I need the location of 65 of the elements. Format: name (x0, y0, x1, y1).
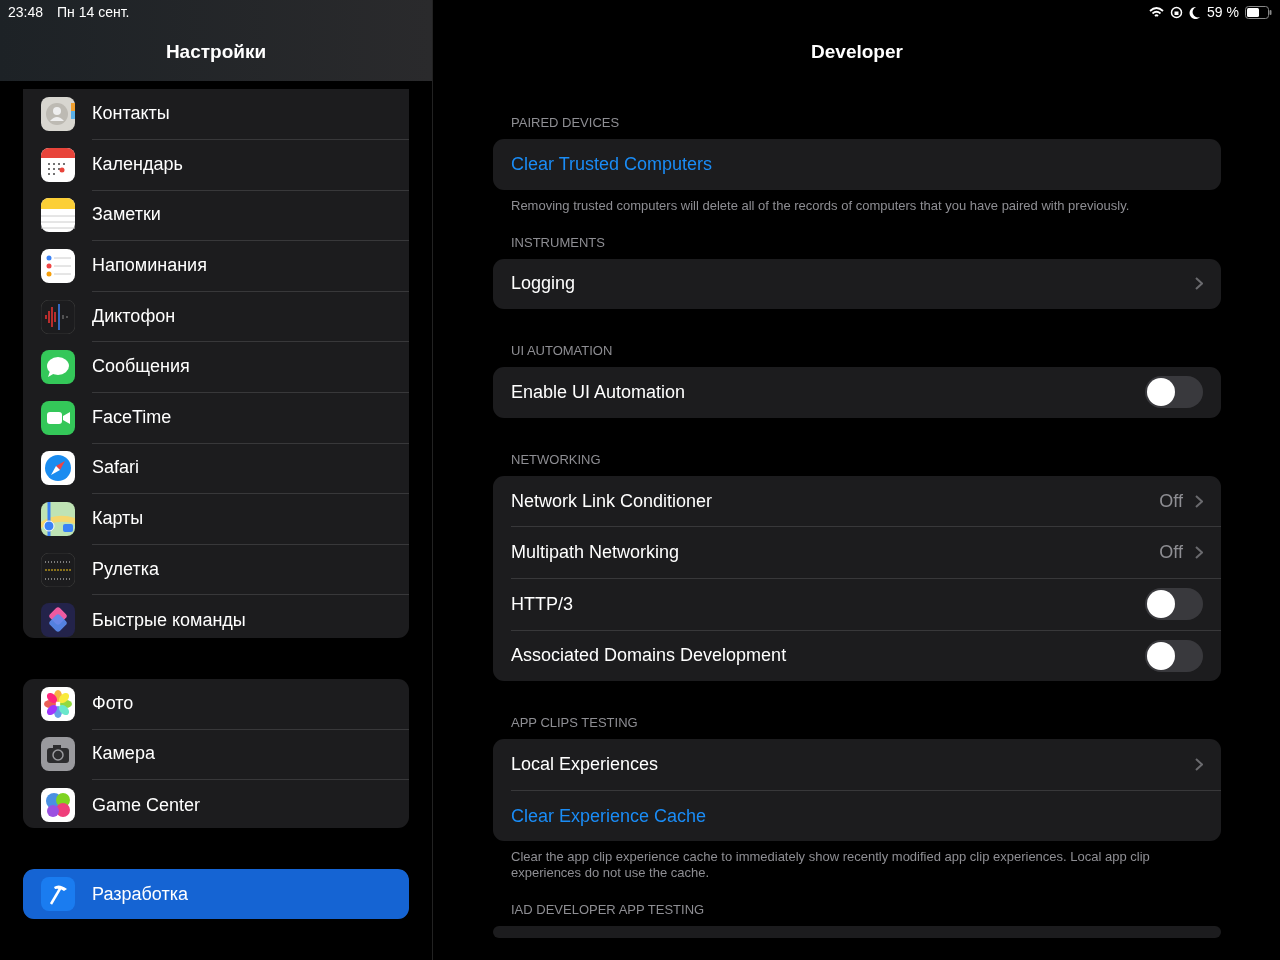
app-icon (41, 147, 75, 182)
app-icon (41, 737, 75, 772)
chevron-icon (1195, 546, 1203, 560)
rotation-lock-icon (1170, 5, 1184, 19)
action-link[interactable]: Clear Experience Cache (511, 805, 1203, 827)
app-icon (41, 877, 75, 912)
section-footer: Removing trusted computers will delete all of the records of computers that you have paired with previously. (493, 189, 1221, 214)
page-title: Developer (811, 41, 903, 63)
chevron-icon (1195, 757, 1203, 771)
sidebar-item[interactable]: Календарь (23, 139, 409, 191)
sidebar-item[interactable]: Сообщения (23, 341, 409, 393)
battery-percent: 59 % (1207, 4, 1239, 20)
app-icon (41, 299, 75, 334)
app-icon (41, 502, 75, 537)
moon-icon (1189, 5, 1202, 19)
sidebar-item[interactable]: Напоминания (23, 240, 409, 292)
app-icon (41, 603, 75, 638)
sidebar-item[interactable]: Карты (23, 493, 409, 545)
section-header: APP CLIPS TESTING (510, 715, 639, 732)
row-label: HTTP/3 (511, 593, 574, 615)
app-icon (41, 198, 75, 233)
sidebar-item[interactable]: Камера (23, 729, 409, 780)
row-value: Off (1159, 542, 1183, 564)
app-icon (41, 350, 75, 385)
action-link[interactable]: Clear Trusted Computers (511, 153, 1203, 175)
status-time: 23:48 (8, 4, 44, 20)
battery-icon (1245, 5, 1272, 19)
status-date: Пн 14 сент. (57, 4, 130, 20)
app-icon (41, 400, 75, 435)
section-header: NETWORKING (510, 451, 602, 468)
toggle-switch[interactable] (1145, 639, 1203, 672)
row-label: Enable UI Automation (511, 382, 687, 403)
app-icon (41, 788, 75, 822)
app-icon (41, 686, 75, 721)
app-icon (41, 552, 75, 587)
row-label[interactable]: Logging (511, 273, 1195, 295)
chevron-icon (1195, 494, 1203, 508)
row-value: Off (1159, 490, 1183, 512)
row-label: Associated Domains Development (511, 645, 788, 667)
sidebar-item[interactable]: FaceTime (23, 392, 409, 444)
sidebar-item[interactable]: Рулетка (23, 544, 409, 595)
section-header: INSTRUMENTS (510, 234, 606, 251)
sidebar-item[interactable]: Разработка (23, 869, 409, 919)
toggle-switch[interactable] (1145, 376, 1203, 409)
row-label[interactable]: Multipath Networking (511, 542, 1160, 564)
sidebar-item[interactable]: Контакты (23, 89, 409, 140)
app-icon (41, 97, 75, 132)
sidebar-title: Настройки (165, 41, 267, 63)
sidebar-item[interactable]: Game Center (23, 779, 409, 829)
chevron-icon (1195, 277, 1203, 291)
sidebar-item[interactable]: Диктофон (23, 291, 409, 342)
section-header: IAD DEVELOPER APP TESTING (510, 902, 706, 919)
sidebar-item[interactable]: Быстрые команды (23, 594, 409, 638)
app-icon (41, 249, 75, 284)
section-header: UI AUTOMATION (510, 343, 614, 360)
section-header: PAIRED DEVICES (510, 115, 621, 131)
wifi-icon (1149, 6, 1165, 18)
sidebar-item[interactable]: Safari (23, 443, 409, 494)
toggle-switch[interactable] (1145, 588, 1203, 621)
row-label[interactable]: Local Experiences (511, 753, 1195, 775)
section-footer: Clear the app clip experience cache to immediately show recently modified app clip experiences. Local app clip experiences do not use the cache. (493, 841, 1221, 882)
sidebar-item[interactable]: Фото (23, 678, 409, 730)
app-icon (41, 451, 75, 486)
sidebar-item[interactable]: Заметки (23, 190, 409, 241)
row-label[interactable]: Network Link Conditioner (511, 490, 1160, 512)
